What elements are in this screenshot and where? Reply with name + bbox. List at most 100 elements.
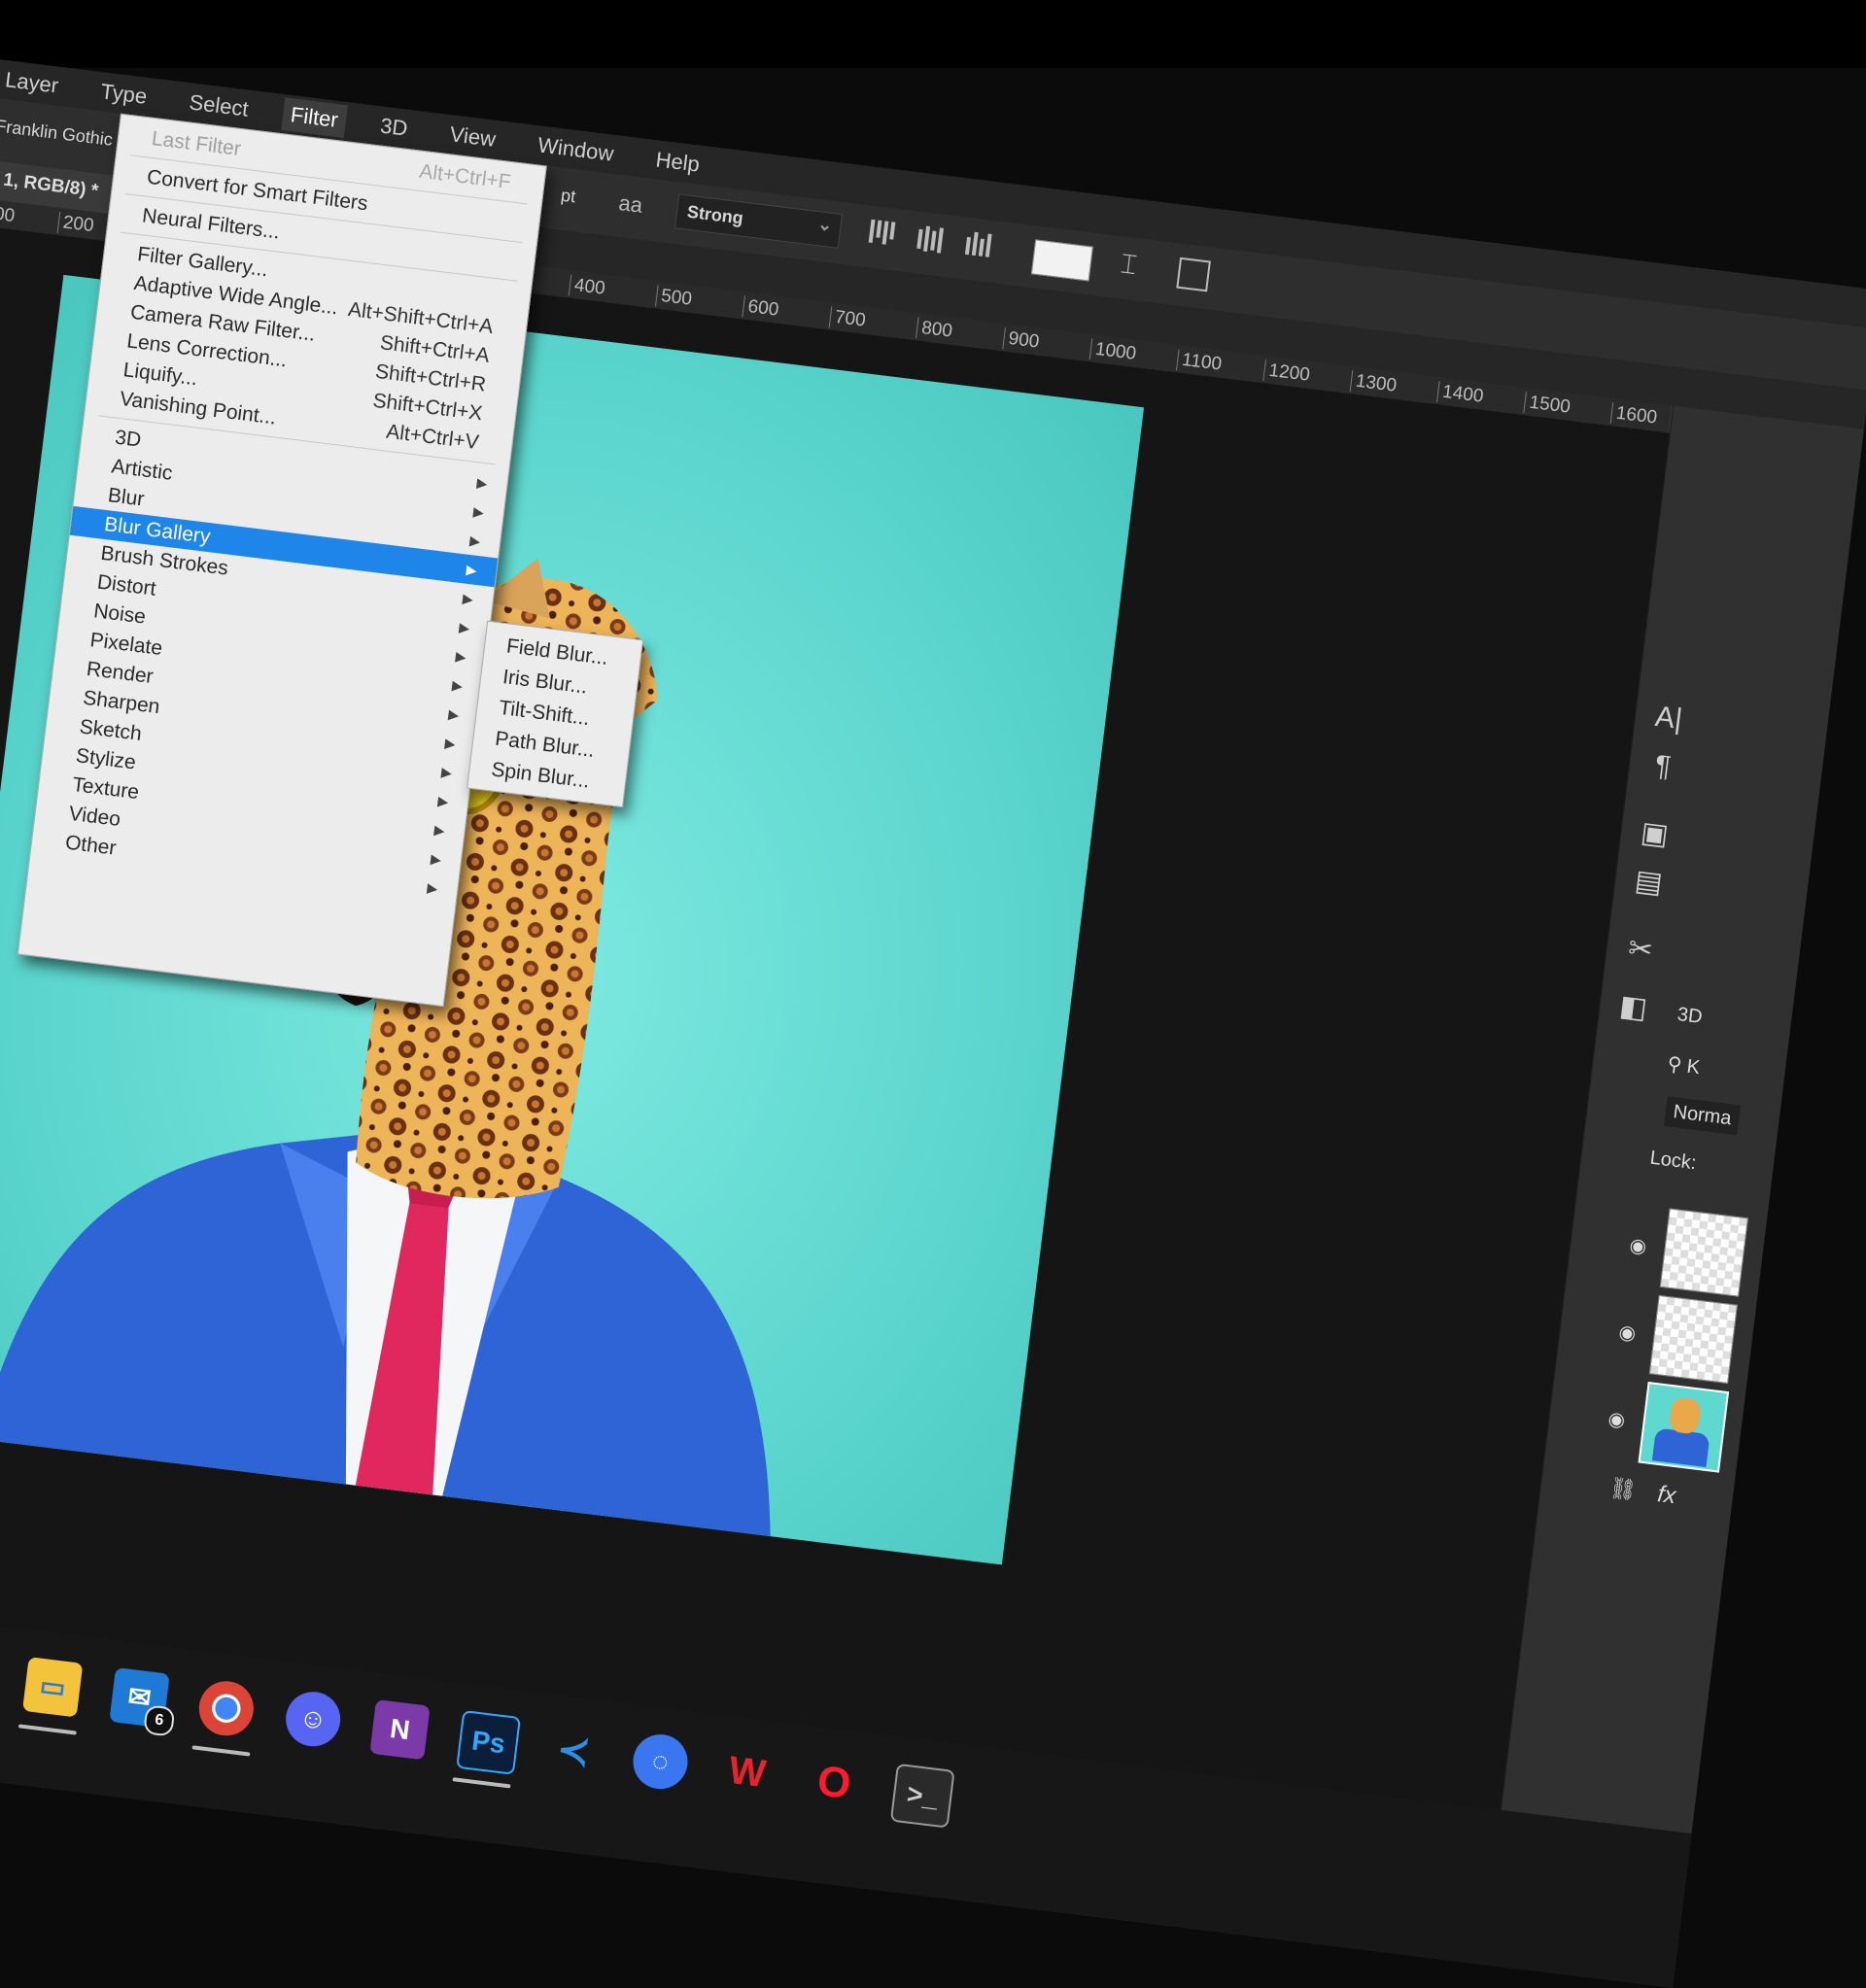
submenu-arrow-icon: ▶ bbox=[436, 792, 450, 810]
submenu-arrow-icon: ▶ bbox=[443, 735, 457, 752]
menu-type[interactable]: Type bbox=[91, 74, 156, 115]
ruler-tick: 800 bbox=[915, 317, 954, 343]
antialias-icon: aa bbox=[617, 190, 644, 218]
running-indicator bbox=[17, 1724, 77, 1735]
opera-icon[interactable]: O bbox=[804, 1753, 864, 1813]
layer-thumbnail bbox=[1659, 1208, 1749, 1297]
running-indicator bbox=[452, 1777, 511, 1789]
layer-row[interactable]: ◉ bbox=[1603, 1378, 1739, 1480]
notes-panel-icon[interactable]: ▤ bbox=[1627, 861, 1671, 905]
running-indicator bbox=[191, 1745, 251, 1757]
blend-mode-select[interactable]: Norma bbox=[1663, 1096, 1742, 1136]
file-explorer-icon[interactable]: ▭ bbox=[21, 1657, 84, 1718]
character-tool-icon[interactable]: A| bbox=[1647, 697, 1691, 740]
scissors-icon[interactable]: ✂ bbox=[1619, 928, 1663, 972]
ruler-tick: 300 bbox=[0, 201, 17, 228]
font-size-unit: pt bbox=[560, 185, 577, 207]
lock-label: Lock: bbox=[1648, 1147, 1698, 1175]
ruler-tick: 700 bbox=[828, 306, 867, 332]
mail-icon[interactable]: ✉ 6 bbox=[109, 1667, 176, 1737]
menu-3d[interactable]: 3D bbox=[370, 109, 417, 147]
submenu-arrow-icon: ▶ bbox=[440, 764, 453, 781]
submenu-arrow-icon: ▶ bbox=[472, 503, 485, 521]
document-tab-title: r 1, RGB/8) * bbox=[0, 168, 100, 202]
submenu-arrow-icon: ▶ bbox=[426, 879, 439, 897]
search-icon: ⚲ bbox=[1666, 1053, 1683, 1077]
panel-tab-3d[interactable]: 3D bbox=[1676, 1004, 1704, 1029]
ruler-tick: 400 bbox=[568, 274, 606, 300]
ruler-tick: 1300 bbox=[1349, 370, 1399, 397]
layers-filter[interactable]: ⚲ K bbox=[1666, 1051, 1701, 1080]
chrome-icon[interactable] bbox=[195, 1678, 258, 1739]
monitor-bezel bbox=[0, 0, 1866, 68]
menu-item-label: Stylize bbox=[74, 744, 138, 774]
submenu-arrow-icon: ▶ bbox=[468, 531, 482, 550]
menu-item-label: Render bbox=[85, 657, 155, 689]
visibility-eye-icon[interactable]: ◉ bbox=[1617, 1320, 1637, 1346]
menu-item-label: 3D bbox=[114, 426, 143, 452]
character-panel-icon[interactable] bbox=[1176, 257, 1211, 292]
menu-help[interactable]: Help bbox=[646, 142, 709, 182]
mail-badge: 6 bbox=[143, 1704, 176, 1737]
vscode-icon[interactable]: ≺ bbox=[543, 1721, 604, 1781]
visibility-eye-icon[interactable]: ◉ bbox=[1607, 1406, 1626, 1432]
submenu-arrow-icon: ▶ bbox=[451, 676, 464, 694]
ruler-tick: 1500 bbox=[1523, 392, 1572, 419]
align-right-icon[interactable] bbox=[964, 231, 996, 263]
terminal-icon[interactable]: >_ bbox=[889, 1763, 955, 1829]
ruler-tick: 900 bbox=[1002, 327, 1041, 354]
glyphs-panel-icon[interactable]: ▣ bbox=[1633, 812, 1676, 856]
menu-item-label: Texture bbox=[71, 772, 141, 805]
blur-gallery-submenu: Field Blur... Iris Blur... Tilt-Shift...… bbox=[466, 620, 644, 808]
ruler-tick: 500 bbox=[654, 285, 694, 311]
menu-view[interactable]: View bbox=[440, 117, 505, 156]
menu-item-label: Sketch bbox=[78, 715, 143, 746]
layer-thumbnail-artwork bbox=[1638, 1382, 1730, 1473]
onenote-icon[interactable]: N bbox=[369, 1698, 431, 1761]
menu-item-label: Noise bbox=[92, 600, 148, 629]
submenu-arrow-icon: ▶ bbox=[454, 647, 467, 666]
menu-item-label: Artistic bbox=[110, 455, 174, 485]
signal-icon[interactable]: ◌ bbox=[630, 1731, 691, 1793]
layers-filter-kind: K bbox=[1685, 1055, 1702, 1080]
ruler-tick: 200 bbox=[56, 211, 95, 238]
antialias-select[interactable]: Strong bbox=[674, 193, 844, 249]
layer-style-fx-button[interactable]: fx bbox=[1656, 1481, 1677, 1510]
align-left-icon[interactable] bbox=[868, 219, 900, 252]
layer-row[interactable]: ◉ bbox=[1624, 1204, 1760, 1306]
layer-thumbnail bbox=[1648, 1294, 1739, 1385]
submenu-arrow-icon: ▶ bbox=[430, 850, 442, 868]
wps-office-icon[interactable]: W bbox=[717, 1742, 778, 1802]
menu-filter[interactable]: Filter bbox=[281, 97, 348, 138]
layer-row[interactable]: ◉ bbox=[1613, 1290, 1749, 1392]
photoshop-icon[interactable]: Ps bbox=[456, 1709, 522, 1775]
paragraph-tool-icon[interactable]: ¶ bbox=[1641, 745, 1685, 789]
ruler-tick: 1200 bbox=[1262, 360, 1311, 387]
align-center-icon[interactable] bbox=[916, 225, 949, 257]
menu-item-label: Blur bbox=[106, 484, 146, 511]
ruler-tick: 600 bbox=[742, 295, 780, 322]
menu-select[interactable]: Select bbox=[180, 85, 259, 126]
menu-item-label: Last Filter bbox=[150, 126, 243, 161]
warp-text-icon[interactable]: ⌶ bbox=[1119, 248, 1138, 282]
link-layers-icon[interactable]: ⛓ bbox=[1608, 1475, 1639, 1503]
visibility-eye-icon[interactable]: ◉ bbox=[1628, 1233, 1647, 1259]
menu-item-label: Other bbox=[63, 831, 118, 860]
discord-icon[interactable]: ☺ bbox=[282, 1689, 344, 1750]
submenu-arrow-icon: ▶ bbox=[432, 821, 446, 839]
ruler-tick: 1100 bbox=[1175, 349, 1224, 376]
ruler-tick: 1000 bbox=[1088, 338, 1138, 365]
ruler-tick: 1600 bbox=[1609, 402, 1659, 429]
submenu-arrow-icon: ▶ bbox=[475, 474, 489, 492]
text-color-swatch[interactable] bbox=[1030, 239, 1093, 282]
submenu-arrow-icon: ▶ bbox=[458, 619, 471, 636]
menu-item-label: Video bbox=[67, 802, 122, 832]
menu-item-label: Distort bbox=[95, 570, 157, 600]
submenu-arrow-icon: ▶ bbox=[447, 705, 461, 723]
artboard-icon[interactable]: ◧ bbox=[1611, 986, 1655, 1030]
menu-layer[interactable]: Layer bbox=[0, 62, 68, 103]
ruler-tick: 1400 bbox=[1435, 381, 1485, 408]
menu-item-label: Pixelate bbox=[88, 629, 164, 661]
submenu-arrow-icon: ▶ bbox=[462, 590, 474, 607]
photoshop-window: Layer Type Select Filter 3D View Window … bbox=[0, 58, 1866, 1988]
